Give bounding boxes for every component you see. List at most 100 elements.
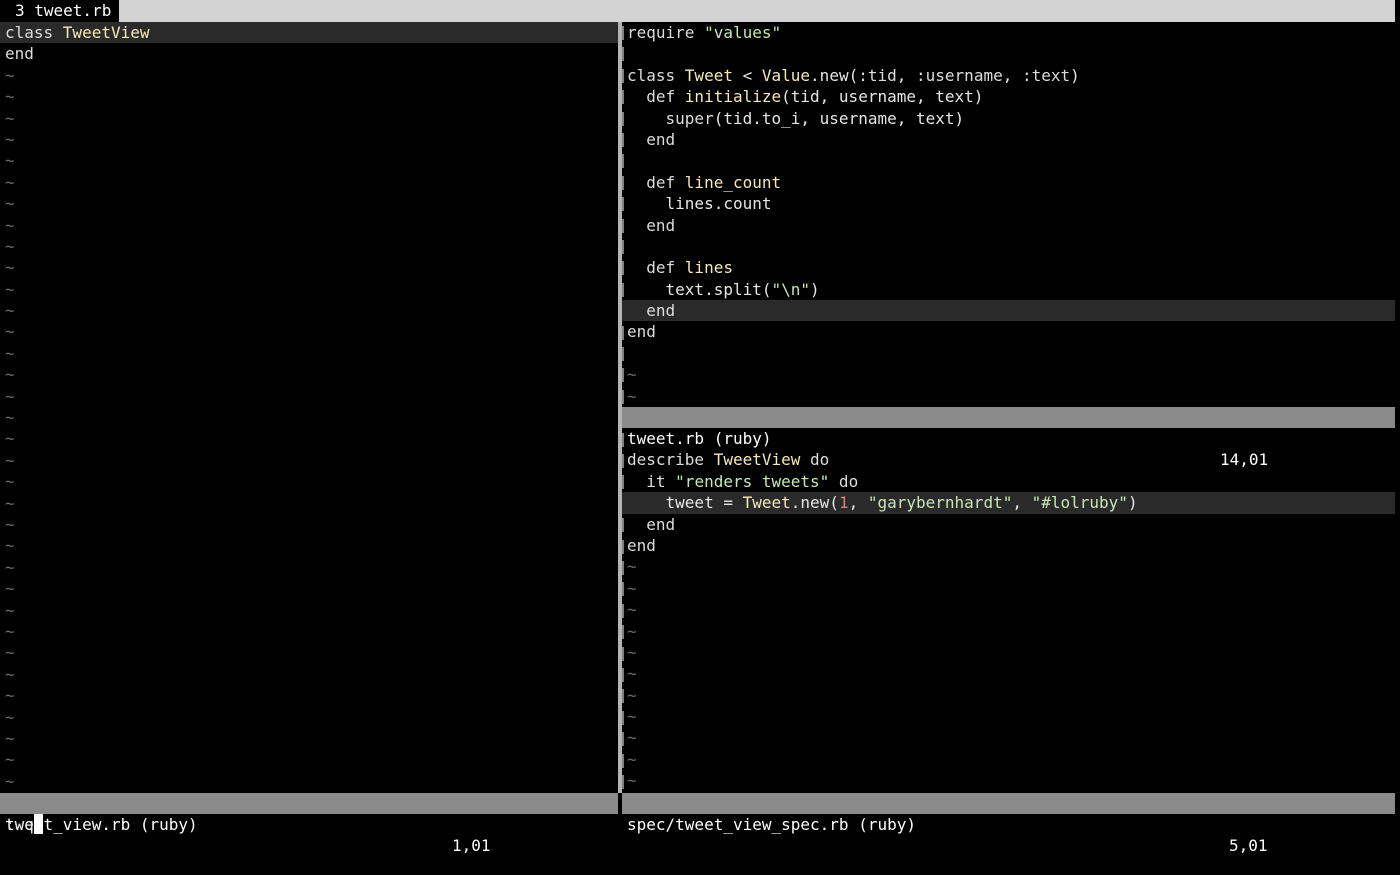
empty-line-marker: ~ [5,493,15,513]
statusline-tweet-view[interactable]: tweet_view.rb (ruby) 1,01 [0,793,618,855]
empty-line-marker: ~ [5,408,15,428]
code-token: ) [1127,493,1138,513]
editor-window-tweet[interactable]: require "values" class Tweet < Value.new(… [622,22,1395,407]
empty-line-marker: ~ [5,514,15,534]
empty-line-marker: ~ [5,728,15,748]
code-line[interactable]: lines.count [622,193,1395,214]
empty-line-marker: ~ [627,386,637,406]
empty-line: ~ [0,535,618,556]
code-line[interactable]: end [622,321,1395,342]
code-token: "garybernhardt" [867,493,1013,513]
code-token: def [627,172,685,192]
command-line[interactable]: :wq [5,814,43,835]
code-token: it [627,471,676,491]
empty-line-marker: ~ [5,172,15,192]
empty-line: ~ [0,86,618,107]
empty-line-marker: ~ [5,450,15,470]
empty-line-marker: ~ [627,621,637,641]
command-text: :wq [5,815,34,834]
code-line[interactable] [622,150,1395,171]
code-line[interactable]: it "renders tweets" do [622,471,1395,492]
empty-line-marker: ~ [627,685,637,705]
empty-line: ~ [0,343,618,364]
code-token: lines [684,258,733,278]
empty-line: ~ [0,150,618,171]
empty-line: ~ [622,706,1395,727]
empty-line-marker: ~ [5,258,15,278]
code-line[interactable]: class TweetView [0,22,618,44]
empty-line: ~ [0,493,618,514]
empty-line-marker: ~ [627,365,637,385]
tab-tweet-rb[interactable]: 3 tweet.rb [0,0,120,22]
code-line[interactable]: super(tid.to_i, username, text) [622,108,1395,129]
empty-line-marker: ~ [5,129,15,149]
code-token: "renders tweets" [675,471,830,491]
empty-line-marker: ~ [627,664,637,684]
code-token: 1 [838,493,849,513]
code-line[interactable]: def line_count [622,172,1395,193]
empty-line: ~ [0,65,618,86]
code-token: , [896,65,917,85]
code-line[interactable]: class Tweet < Value.new(:tid, :username,… [622,65,1395,86]
empty-line: ~ [622,685,1395,706]
empty-line: ~ [0,257,618,278]
code-line[interactable] [622,236,1395,257]
empty-line-marker: ~ [627,600,637,620]
code-token: :username [916,65,1003,85]
empty-line: ~ [622,556,1395,577]
code-token: (tid, username, text) [781,87,984,107]
code-token: def [627,258,685,278]
code-token: class [627,65,685,85]
empty-line-marker: ~ [5,621,15,641]
statusline-filename: spec/tweet_view_spec.rb (ruby) [627,815,916,834]
editor-window-tweet-view[interactable]: class TweetView end ~ ~ ~ ~ ~ ~ ~ ~ ~ ~ ~ ~ ~ ~ ~ ~ ~ ~ ~ ~ ~ ~… [0,22,618,793]
statusline-cursor-position: 1,01 [452,836,491,855]
code-line[interactable]: require "values" [622,22,1395,43]
code-line[interactable]: end [622,535,1395,556]
empty-line: ~ [0,578,618,599]
code-line[interactable] [622,43,1395,64]
empty-line: ~ [0,557,618,578]
empty-line-marker: ~ [5,194,15,214]
empty-line-marker: ~ [627,749,637,769]
empty-line-marker: ~ [5,386,15,406]
code-token: class [5,23,63,42]
empty-line: ~ [0,471,618,492]
editor-window-tweet-view-spec[interactable]: describe TweetView do it "renders tweets… [622,428,1395,793]
code-line[interactable]: text.split("\n") [622,279,1395,300]
code-line[interactable] [622,428,1395,449]
empty-line-marker: ~ [5,87,15,107]
code-line[interactable]: end [622,129,1395,150]
empty-line: ~ [0,407,618,428]
empty-line-marker: ~ [5,301,15,321]
code-token: lines.count [627,194,772,214]
code-line[interactable]: def initialize(tid, username, text) [622,86,1395,107]
code-token: Tweet [684,65,733,85]
code-line[interactable]: tweet = Tweet.new(1, "garybernhardt", "#… [622,492,1395,514]
empty-line-marker: ~ [5,643,15,663]
empty-line: ~ [0,621,618,642]
code-token: def [627,87,685,107]
empty-line-marker: ~ [627,557,637,577]
code-token: ) [810,279,820,299]
statusline-tweet-view-spec[interactable]: spec/tweet_view_spec.rb (ruby) 5,01 [622,793,1395,855]
empty-line-marker: ~ [5,557,15,577]
empty-line-marker: ~ [5,365,15,385]
code-token: end [627,301,676,321]
statusline-tweet[interactable]: tweet.rb (ruby) 14,01 [622,407,1395,469]
empty-line: ~ [622,642,1395,663]
code-line[interactable] [622,343,1395,364]
code-token: end [5,44,34,64]
code-line[interactable]: ~ [622,364,1395,385]
code-line[interactable]: def lines [622,257,1395,278]
code-line[interactable]: end [622,514,1395,535]
code-token: Value [761,65,811,85]
code-line[interactable]: describe TweetView do [622,449,1395,470]
code-line[interactable]: end [622,300,1395,322]
empty-line-marker: ~ [5,108,15,128]
code-line[interactable]: ~ [622,386,1395,407]
code-line[interactable]: end [0,43,618,64]
code-token: "values" [704,23,782,42]
empty-line-marker: ~ [627,771,637,791]
code-line[interactable]: end [622,215,1395,236]
